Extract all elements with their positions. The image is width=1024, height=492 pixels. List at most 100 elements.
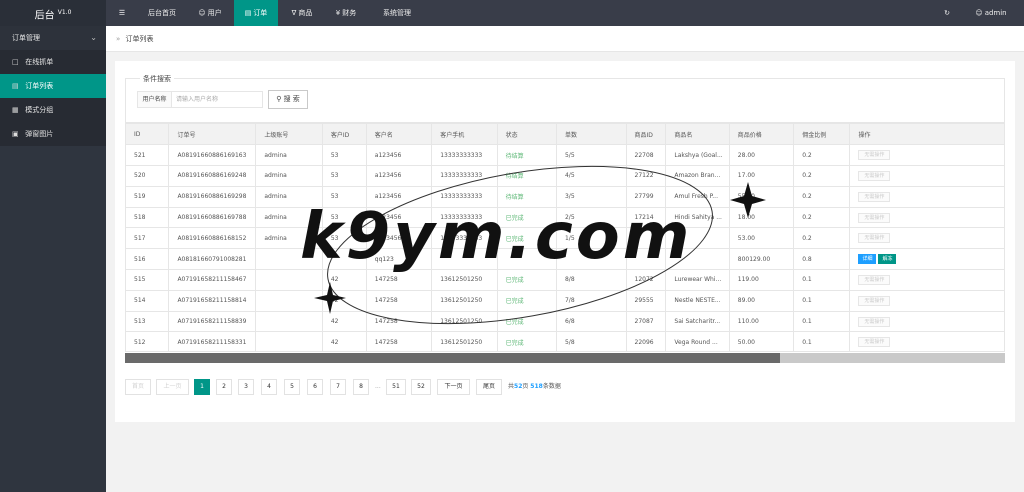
no-action-button[interactable]: 无需操作 (858, 316, 891, 327)
pager-page-5[interactable]: 5 (284, 379, 300, 395)
cell-parent (255, 311, 323, 333)
pager-first[interactable]: 首页 (125, 379, 151, 395)
cell-parent: admina (255, 144, 323, 167)
unfreeze-button[interactable]: 解冻 (878, 254, 897, 265)
no-action-button[interactable]: 无需操作 (858, 233, 891, 244)
menu-toggle-icon[interactable]: ☰ (112, 0, 132, 26)
detail-button[interactable]: 详细 (858, 254, 877, 265)
pager-last[interactable]: 尾页 (476, 379, 502, 395)
top-nav: ☰ 后台首页 ☺ 用户 ▤ 订单 ∇ 商品 ¥ 财务 系统管理 ↻ ☺ admin (106, 0, 1024, 26)
cell-cust-id: 42 (322, 311, 367, 333)
pager-page-6[interactable]: 6 (307, 379, 323, 395)
search-button[interactable]: ⚲ 搜 索 (268, 90, 308, 109)
cell-price: 28.00 (729, 144, 795, 167)
nav-users[interactable]: ☺ 用户 (190, 0, 230, 26)
no-action-button[interactable]: 无需操作 (858, 191, 891, 202)
column-header: 操作 (849, 124, 1004, 146)
no-action-button[interactable]: 无需操作 (858, 295, 891, 306)
app-title: 后台 (34, 10, 55, 22)
no-action-button[interactable]: 无需操作 (858, 274, 891, 285)
sidebar-item-popup-image[interactable]: ▣ 弹窗图片 (0, 122, 106, 146)
cell-goods-name: Vega Round ... (665, 331, 730, 351)
cell-parent: admina (255, 165, 323, 187)
cell-cust-name: 147258 (366, 311, 433, 333)
cell-rate: 0.1 (793, 311, 851, 333)
scrollbar-thumb[interactable] (125, 353, 780, 363)
pager-next[interactable]: 下一页 (437, 379, 470, 395)
nav-finance[interactable]: ¥ 财务 (326, 0, 366, 26)
sidebar-item-order-list[interactable]: ▤ 订单列表 (0, 74, 106, 98)
cell-goods-id: 29555 (626, 290, 667, 312)
cell-actions: 无需操作 (849, 165, 1004, 187)
no-action-button[interactable]: 无需操作 (858, 212, 891, 223)
cell-price: 800129.00 (729, 248, 795, 271)
cell-id: 521 (126, 144, 170, 167)
user-menu[interactable]: ☺ admin (966, 0, 1016, 26)
no-action-button[interactable]: 无需操作 (858, 170, 891, 181)
cell-order-no: A08191660886168152 (168, 227, 257, 250)
nav-system[interactable]: 系统管理 (372, 0, 422, 26)
search-button-label: 搜 索 (283, 95, 300, 103)
cell-order-no: A07191658211158839 (168, 311, 257, 333)
cell-rate: 0.2 (793, 227, 851, 250)
search-icon: ⚲ (276, 95, 282, 103)
pager-prev[interactable]: 上一页 (156, 379, 189, 395)
pager-page-4[interactable]: 4 (261, 379, 277, 395)
column-header: 上级账号 (255, 124, 323, 146)
nav-goods[interactable]: ∇ 商品 (282, 0, 322, 26)
image-icon: ▣ (12, 130, 19, 138)
username-search-input[interactable] (171, 91, 263, 108)
cell-cust-name: a123456 (366, 144, 433, 167)
app-logo[interactable]: 后台 V1.0 (0, 0, 106, 26)
cell-id: 517 (126, 227, 170, 250)
cell-cust-name: 147258 (366, 290, 433, 312)
cell-id: 515 (126, 269, 170, 291)
refresh-icon[interactable]: ↻ (938, 0, 956, 26)
cell-parent (255, 290, 323, 312)
cell-actions: 无需操作 (849, 311, 1004, 333)
cell-phone: 13333333333 (431, 165, 498, 187)
pager-ellipsis: ... (375, 383, 381, 390)
cell-order-no: A08191660886169788 (168, 207, 257, 229)
no-action-button[interactable]: 无需操作 (858, 337, 891, 348)
sidebar-group-orders[interactable]: 订单管理 ⌄ (0, 26, 106, 50)
cell-count: 7/8 (556, 290, 627, 312)
table-row: 514 A07191658211158814 42 147258 13612501250… (126, 290, 1004, 312)
pager-page-3[interactable]: 3 (238, 379, 254, 395)
cell-id: 518 (126, 207, 170, 229)
pager-page-2[interactable]: 2 (216, 379, 232, 395)
nav-orders[interactable]: ▤ 订单 (234, 0, 278, 26)
cell-status: 待结算 (497, 144, 557, 167)
nav-home[interactable]: 后台首页 (138, 0, 186, 26)
cell-phone: 13333333333 (431, 144, 498, 167)
cell-rate: 0.2 (793, 165, 851, 187)
cell-id: 520 (126, 165, 170, 187)
search-label: 用户名称 (137, 91, 172, 108)
cell-price: 53.00 (729, 227, 795, 250)
document-icon: □ (12, 58, 19, 66)
search-legend: 条件搜索 (140, 74, 174, 84)
pager-page-52[interactable]: 52 (411, 379, 431, 395)
sidebar-item-online-grab[interactable]: □ 在线抓单 (0, 50, 106, 74)
cell-price: 119.00 (729, 269, 795, 291)
horizontal-scrollbar[interactable] (125, 353, 1005, 363)
cell-cust-id: 42 (322, 331, 367, 351)
column-header: 状态 (497, 124, 557, 146)
no-action-button[interactable]: 无需操作 (858, 150, 891, 161)
pager-page-1[interactable]: 1 (194, 379, 210, 395)
cell-order-no: A08191660886169163 (168, 144, 257, 167)
cell-actions: 无需操作 (849, 331, 1004, 351)
cell-status: 已完成 (497, 311, 557, 333)
pager-page-8[interactable]: 8 (353, 379, 369, 395)
cell-actions: 无需操作 (849, 290, 1004, 312)
pager-page-51[interactable]: 51 (386, 379, 406, 395)
cell-phone: 13612501250 (431, 311, 498, 333)
breadcrumb: » 订单列表 (106, 26, 1024, 52)
cell-rate: 0.2 (793, 186, 851, 208)
pager-page-7[interactable]: 7 (330, 379, 346, 395)
cell-cust-id: 42 (322, 290, 367, 312)
sidebar-item-mode-group[interactable]: ▦ 模式分组 (0, 98, 106, 122)
column-header: 订单号 (168, 124, 257, 146)
nav-label: 商品 (298, 9, 313, 17)
double-chevron-icon: » (116, 35, 121, 43)
